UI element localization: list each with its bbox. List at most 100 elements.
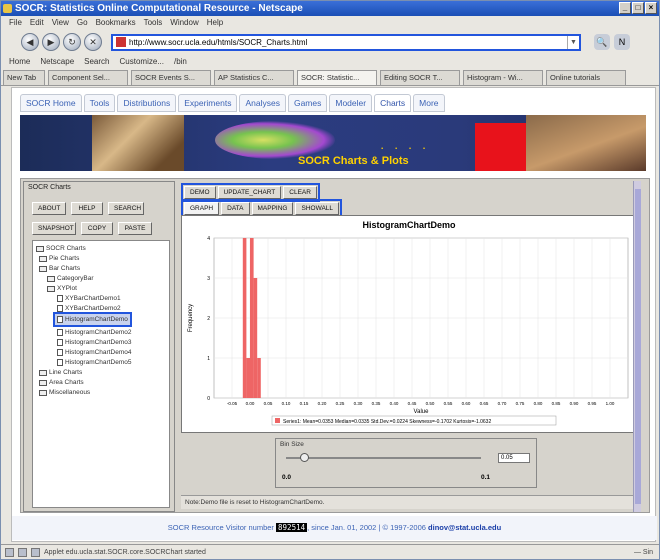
- x-tick-label: 0.25: [336, 401, 345, 406]
- bin-size-control: Bin Size 0.05 0.0 0.1: [275, 438, 537, 488]
- y-tick-label: 0: [207, 396, 210, 402]
- menu-window[interactable]: Window: [170, 16, 198, 29]
- about-button[interactable]: ABOUT: [32, 202, 66, 215]
- document-icon: [57, 339, 63, 346]
- menu-edit[interactable]: Edit: [30, 16, 44, 29]
- folder-icon: [36, 245, 44, 252]
- tab-showall[interactable]: SHOWALL: [295, 202, 340, 215]
- browser-tab[interactable]: New Tab: [3, 70, 45, 85]
- bookmark-search[interactable]: Search: [84, 55, 109, 69]
- chart-navigation-panel: SOCR Charts ABOUT HELP SEARCH SNAPSHOT C…: [23, 181, 175, 512]
- forward-button[interactable]: ▶: [42, 33, 60, 51]
- tree-item[interactable]: Bar Charts: [39, 264, 80, 273]
- folder-icon: [47, 275, 55, 282]
- x-axis-label: Value: [414, 409, 430, 415]
- maximize-button[interactable]: □: [632, 2, 644, 14]
- browser-tab[interactable]: SOCR Events S...: [131, 70, 211, 85]
- browser-tab[interactable]: Component Sel...: [48, 70, 128, 85]
- menu-tools[interactable]: Tools: [144, 16, 163, 29]
- chart-panel: DEMO UPDATE_CHART CLEAR GRAPH DATA MAPPI…: [179, 181, 641, 512]
- menu-view[interactable]: View: [52, 16, 69, 29]
- browser-tab-strip: New Tab Component Sel... SOCR Events S..…: [1, 70, 659, 86]
- bookmark-home[interactable]: Home: [9, 55, 30, 69]
- tree-item[interactable]: Pie Charts: [39, 254, 79, 263]
- menu-file[interactable]: File: [9, 16, 22, 29]
- browser-window: SOCR: Statistics Online Computational Re…: [0, 0, 660, 560]
- tab-modeler[interactable]: Modeler: [329, 94, 373, 112]
- tree-item[interactable]: Area Charts: [39, 378, 84, 387]
- status-text: Applet edu.ucla.stat.SOCR.core.SOCRChart…: [44, 548, 206, 556]
- tab-games[interactable]: Games: [287, 94, 328, 112]
- status-right: — Sin: [633, 548, 653, 556]
- folder-icon: [39, 369, 47, 376]
- tab-socr-home[interactable]: SOCR Home: [20, 94, 82, 112]
- tab-experiments[interactable]: Experiments: [178, 94, 238, 112]
- url-dropdown-icon[interactable]: ▼: [567, 35, 579, 49]
- browser-tab[interactable]: Online tutorials: [546, 70, 626, 85]
- demo-button[interactable]: DEMO: [184, 186, 216, 199]
- update-chart-button[interactable]: UPDATE_CHART: [217, 186, 282, 199]
- paste-button[interactable]: PASTE: [118, 222, 152, 235]
- contact-email-link[interactable]: dinov@stat.ucla.edu: [428, 523, 501, 532]
- browser-tab[interactable]: AP Statistics C...: [214, 70, 294, 85]
- copy-button[interactable]: COPY: [81, 222, 113, 235]
- status-icon: [31, 547, 40, 557]
- bookmark-netscape[interactable]: Netscape: [40, 55, 74, 69]
- tree-item[interactable]: Line Charts: [39, 368, 82, 377]
- tree-item[interactable]: HistogramChartDemo5: [57, 358, 131, 367]
- folder-icon: [39, 389, 47, 396]
- reload-button[interactable]: ↻: [63, 33, 81, 51]
- bin-size-slider-knob[interactable]: [300, 453, 309, 462]
- bookmark-customize[interactable]: Customize...: [120, 55, 164, 69]
- tab-distributions[interactable]: Distributions: [117, 94, 177, 112]
- netscape-logo-icon: N: [614, 34, 630, 50]
- tab-more[interactable]: More: [413, 94, 445, 112]
- search-icon[interactable]: 🔍: [594, 34, 610, 50]
- snapshot-button[interactable]: SNAPSHOT: [32, 222, 76, 235]
- tree-item-label: Miscellaneous: [49, 389, 91, 396]
- close-button[interactable]: ×: [645, 2, 657, 14]
- histogram-bar: [250, 238, 254, 398]
- bin-size-slider-track[interactable]: [286, 457, 481, 459]
- tree-item[interactable]: CategoryBar: [47, 274, 94, 283]
- folder-icon: [39, 265, 47, 272]
- tree-item[interactable]: HistogramChartDemo4: [57, 348, 131, 357]
- tab-data[interactable]: DATA: [221, 202, 250, 215]
- browser-tab-active[interactable]: SOCR: Statistic...: [297, 70, 377, 85]
- address-bar[interactable]: http://www.socr.ucla.edu/htmls/SOCR_Char…: [111, 33, 581, 51]
- navigation-toolbar: ◀ ▶ ↻ ✕ http://www.socr.ucla.edu/htmls/S…: [1, 29, 659, 55]
- tab-graph[interactable]: GRAPH: [184, 202, 220, 215]
- menu-bookmarks[interactable]: Bookmarks: [96, 16, 136, 29]
- menu-go[interactable]: Go: [77, 16, 88, 29]
- minimize-button[interactable]: _: [619, 2, 631, 14]
- histogram-bar: [242, 238, 247, 398]
- document-icon: [57, 329, 63, 336]
- bookmark-bin[interactable]: /bin: [174, 55, 187, 69]
- stop-button[interactable]: ✕: [84, 33, 102, 51]
- bin-size-label: Bin Size: [280, 441, 304, 448]
- tree-item[interactable]: XYBarChartDemo1: [57, 294, 121, 303]
- tree-item[interactable]: SOCR Charts: [36, 244, 86, 253]
- vertical-scrollbar[interactable]: [633, 181, 641, 512]
- tree-item[interactable]: XYPlot: [47, 284, 77, 293]
- tab-analyses[interactable]: Analyses: [239, 94, 286, 112]
- document-icon: [57, 349, 63, 356]
- tree-item[interactable]: HistogramChartDemo3: [57, 338, 131, 347]
- bin-size-value[interactable]: 0.05: [498, 453, 530, 463]
- page-favicon-icon: [116, 37, 126, 47]
- menu-help[interactable]: Help: [207, 16, 223, 29]
- tab-tools[interactable]: Tools: [83, 94, 116, 112]
- clear-button[interactable]: CLEAR: [283, 186, 317, 199]
- help-button[interactable]: HELP: [71, 202, 103, 215]
- url-text[interactable]: http://www.socr.ucla.edu/htmls/SOCR_Char…: [129, 38, 307, 47]
- browser-tab[interactable]: Histogram - Wi...: [463, 70, 543, 85]
- tree-item[interactable]: HistogramChartDemo2: [57, 328, 131, 337]
- back-button[interactable]: ◀: [21, 33, 39, 51]
- tree-item[interactable]: Miscellaneous: [39, 388, 90, 397]
- browser-tab[interactable]: Editing SOCR T...: [380, 70, 460, 85]
- tree-item-selected[interactable]: HistogramChartDemo: [53, 312, 132, 327]
- search-button[interactable]: SEARCH: [108, 202, 144, 215]
- scrollbar-thumb[interactable]: [635, 189, 641, 504]
- tab-charts[interactable]: Charts: [374, 94, 412, 112]
- tab-mapping[interactable]: MAPPING: [251, 202, 294, 215]
